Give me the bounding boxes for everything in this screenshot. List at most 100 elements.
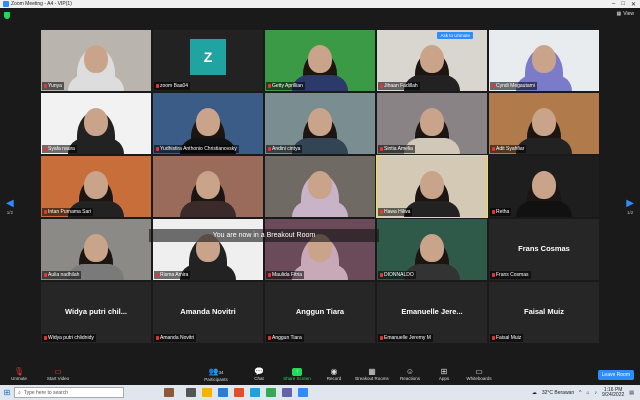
participant-tile[interactable]: Jihaan Fadillah Ask to Unmute (377, 30, 487, 91)
chat-button[interactable]: 💬 Chat (250, 363, 268, 385)
next-page-button[interactable]: ▶ 1/2 (626, 198, 634, 215)
face-shape (420, 171, 444, 200)
windows-taskbar: ⊞ ⌕ Type here to search ☁ 32°C Berawan ^… (0, 385, 640, 400)
face-shape (84, 234, 108, 263)
participant-tile[interactable]: Yunya (41, 30, 151, 91)
participant-tile[interactable]: DIONNALDO (377, 219, 487, 280)
participant-tile[interactable]: Retha (489, 156, 599, 217)
face-shape (532, 45, 556, 74)
participant-name: Getty Aprillian (272, 83, 303, 89)
taskbar-app-icon[interactable] (164, 388, 174, 397)
participants-label: Participants (204, 376, 228, 382)
participant-tile[interactable]: Adit Syahfiar (489, 93, 599, 154)
share-screen-icon: ↑ (292, 367, 302, 376)
chat-icon: 💬 (254, 367, 264, 376)
mail-icon[interactable] (218, 388, 228, 397)
clock-date: 9/24/2022 (602, 391, 625, 398)
participant-nameplate: Yunya (42, 82, 64, 90)
start-video-button[interactable]: ▭ Start Video (44, 363, 72, 385)
unmute-label: Unmute (11, 376, 27, 381)
breakout-rooms-label: Breakout Rooms (355, 376, 389, 381)
participant-name: Yunya (48, 83, 62, 89)
leave-room-button[interactable]: Leave Room (597, 370, 634, 380)
zoom-taskbar-icon[interactable] (298, 388, 308, 397)
participant-tile[interactable]: Aulia nadhilah (41, 219, 151, 280)
participant-nameplate: Anggun Tiara (266, 334, 304, 342)
participant-tile[interactable]: Yudhistira Anthonio Christianovsky (153, 93, 263, 154)
participant-display-name: Faisal Muiz (523, 306, 564, 316)
share-screen-button[interactable]: ↑ Share Screen (282, 363, 312, 385)
muted-mic-icon (492, 84, 495, 88)
teams-icon[interactable] (282, 388, 292, 397)
minimize-button[interactable]: – (612, 1, 615, 8)
muted-mic-icon (268, 84, 271, 88)
breakout-rooms-icon: ▦ (368, 367, 376, 376)
participant-tile[interactable]: Syafa naura (41, 93, 151, 154)
taskbar-search-input[interactable]: ⌕ Type here to search (14, 387, 124, 398)
participant-nameplate: Syafa naura (42, 145, 77, 153)
participant-tile[interactable]: Sintia Amelia (377, 93, 487, 154)
participant-tile[interactable]: Cyndi Megautami (489, 30, 599, 91)
participant-tile[interactable]: Frans Cosmas Frans Cosmas (489, 219, 599, 280)
reactions-icon: ☺ (405, 367, 415, 376)
participant-nameplate: Jihaan Fadillah (378, 82, 420, 90)
security-shield-icon[interactable] (4, 12, 10, 19)
network-icon[interactable]: ⌂ (586, 390, 589, 396)
participant-name: Sintia Amelia (384, 146, 413, 152)
close-button[interactable]: ✕ (631, 1, 636, 8)
participant-tile[interactable]: Andini cintya (265, 93, 375, 154)
participant-tile[interactable]: Emanuelle Jere... Emanuelle Jeremy M (377, 282, 487, 343)
task-view-icon[interactable] (186, 388, 196, 397)
tray-chevron-icon[interactable]: ^ (579, 390, 581, 396)
participant-tile[interactable] (153, 156, 263, 217)
muted-mic-icon (268, 336, 271, 340)
participant-nameplate: DIONNALDO (378, 271, 416, 279)
weather-text: 32°C Berawan (541, 389, 575, 396)
notifications-icon[interactable]: ▤ (629, 390, 634, 396)
participants-button[interactable]: 👥34 Participants (202, 363, 230, 385)
participant-tile[interactable]: Faisal Muiz Faisal Muiz (489, 282, 599, 343)
participant-tile[interactable]: Zzoom Baa04 (153, 30, 263, 91)
participant-nameplate: zoom Baa04 (154, 82, 191, 90)
page-indicator-left: 1/2 (6, 210, 13, 215)
participant-tile[interactable]: Getty Aprillian (265, 30, 375, 91)
reactions-label: Reactions (399, 376, 420, 381)
muted-mic-icon (268, 273, 271, 277)
muted-mic-icon (380, 147, 383, 151)
chat-label: Chat (254, 376, 264, 381)
participant-nameplate: Sintia Amelia (378, 145, 415, 153)
reactions-button[interactable]: ☺ Reactions (398, 363, 422, 385)
record-button[interactable]: ◉ Record (324, 363, 344, 385)
participant-tile[interactable]: Widya putri chil... Widya putri chlidnidy (41, 282, 151, 343)
apps-button[interactable]: ⊞ Apps (436, 363, 452, 385)
participant-tile[interactable]: Anggun Tiara Anggun Tiara (265, 282, 375, 343)
window-titlebar: Zoom Meeting - A4 - VIP(1) – □ ✕ (0, 0, 640, 8)
whiteboards-button[interactable]: ▭ Whiteboards (464, 363, 494, 385)
firefox-icon[interactable] (234, 388, 244, 397)
chrome-icon[interactable] (266, 388, 276, 397)
ask-to-unmute-button[interactable]: Ask to Unmute (437, 32, 473, 39)
muted-mic-icon (492, 147, 495, 151)
unmute-button[interactable]: 🎙 Unmute (8, 363, 30, 385)
participant-tile[interactable]: Hawa Hilwa (376, 155, 488, 218)
edge-icon[interactable] (250, 388, 260, 397)
participant-tile[interactable]: Amanda Novitri Amanda Novitri (153, 282, 263, 343)
participant-tile[interactable] (265, 156, 375, 217)
previous-page-button[interactable]: ◀ 1/2 (6, 198, 14, 215)
participant-tile[interactable]: Intan Purnama Sari (41, 156, 151, 217)
zoom-logo-icon (3, 1, 9, 7)
volume-icon[interactable]: ♪ (595, 390, 598, 396)
maximize-button[interactable]: □ (621, 1, 625, 8)
face-shape (84, 171, 108, 200)
participant-nameplate: Hawa Hilwa (378, 208, 413, 216)
view-button[interactable]: ▦ View (617, 11, 634, 17)
muted-mic-icon (492, 210, 495, 214)
clock[interactable]: 1:16 PM 9/24/2022 (602, 387, 625, 398)
participant-video (265, 156, 375, 217)
windows-start-icon[interactable]: ⊞ (0, 385, 14, 400)
breakout-rooms-button[interactable]: ▦ Breakout Rooms (354, 363, 390, 385)
muted-mic-icon (380, 210, 383, 214)
body-shape (292, 201, 348, 217)
participant-nameplate: Widya putri chlidnidy (42, 334, 96, 342)
file-explorer-icon[interactable] (202, 388, 212, 397)
